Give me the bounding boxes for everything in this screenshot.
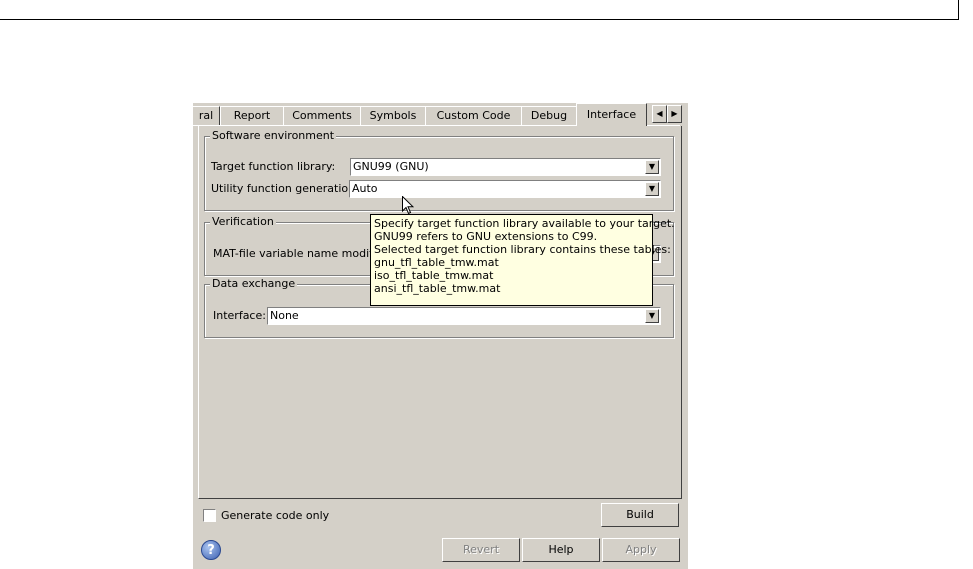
tooltip-line: Specify target function library availabl… bbox=[374, 217, 675, 230]
utility-function-generation-label: Utility function generation: bbox=[211, 182, 359, 195]
tab-scroll-right-icon[interactable]: ▶ bbox=[667, 105, 682, 123]
help-button[interactable]: Help bbox=[522, 538, 600, 562]
utility-function-generation-value: Auto bbox=[352, 182, 378, 195]
tab-symbols[interactable]: Symbols bbox=[360, 106, 426, 125]
tab-custom-code[interactable]: Custom Code bbox=[425, 106, 522, 125]
chevron-down-icon: ▼ bbox=[645, 182, 659, 196]
verification-title: Verification bbox=[210, 215, 276, 228]
tab-general[interactable]: ral bbox=[193, 106, 220, 125]
utility-function-generation-select[interactable]: Auto ▼ bbox=[349, 180, 661, 198]
tab-report[interactable]: Report bbox=[220, 106, 284, 125]
revert-button[interactable]: Revert bbox=[442, 538, 520, 562]
page-corner-mark bbox=[958, 0, 959, 20]
target-function-library-select[interactable]: GNU99 (GNU) ▼ bbox=[350, 158, 661, 176]
interface-panel: Software environment Target function lib… bbox=[198, 126, 682, 499]
chevron-down-icon: ▼ bbox=[645, 160, 659, 174]
chevron-down-icon: ▼ bbox=[645, 309, 659, 323]
interface-select[interactable]: None ▼ bbox=[267, 307, 661, 325]
mat-file-variable-label: MAT-file variable name modifi bbox=[213, 247, 377, 260]
tooltip-line: Selected target function library contain… bbox=[374, 243, 671, 256]
interface-value: None bbox=[270, 309, 299, 322]
interface-label: Interface: bbox=[213, 309, 266, 322]
tab-debug[interactable]: Debug bbox=[521, 106, 577, 125]
tab-scroll-left-icon[interactable]: ◀ bbox=[652, 105, 667, 123]
target-function-library-label: Target function library: bbox=[211, 160, 336, 173]
apply-button[interactable]: Apply bbox=[602, 538, 680, 562]
generate-code-only-checkbox[interactable] bbox=[203, 509, 216, 522]
tooltip-line: GNU99 refers to GNU extensions to C99. bbox=[374, 230, 598, 243]
tooltip-line: gnu_tfl_table_tmw.mat bbox=[374, 256, 499, 269]
tooltip-line: ansi_tfl_table_tmw.mat bbox=[374, 282, 501, 295]
help-question-icon[interactable]: ? bbox=[201, 540, 221, 560]
software-environment-group: Software environment Target function lib… bbox=[204, 129, 674, 211]
tab-bar: ral Report Comments Symbols Custom Code … bbox=[193, 103, 688, 127]
mouse-pointer-icon bbox=[402, 196, 414, 215]
tab-comments[interactable]: Comments bbox=[283, 106, 361, 125]
target-function-library-value: GNU99 (GNU) bbox=[353, 160, 429, 173]
tab-interface[interactable]: Interface bbox=[576, 103, 647, 126]
configuration-dialog: ral Report Comments Symbols Custom Code … bbox=[193, 103, 688, 569]
tooltip-line: iso_tfl_table_tmw.mat bbox=[374, 269, 494, 282]
generate-code-only-label: Generate code only bbox=[221, 509, 330, 522]
build-button[interactable]: Build bbox=[601, 503, 679, 527]
tooltip: Specify target function library availabl… bbox=[370, 214, 675, 306]
data-exchange-title: Data exchange bbox=[210, 277, 298, 290]
software-environment-title: Software environment bbox=[210, 129, 337, 142]
page-top-rule bbox=[0, 19, 958, 20]
